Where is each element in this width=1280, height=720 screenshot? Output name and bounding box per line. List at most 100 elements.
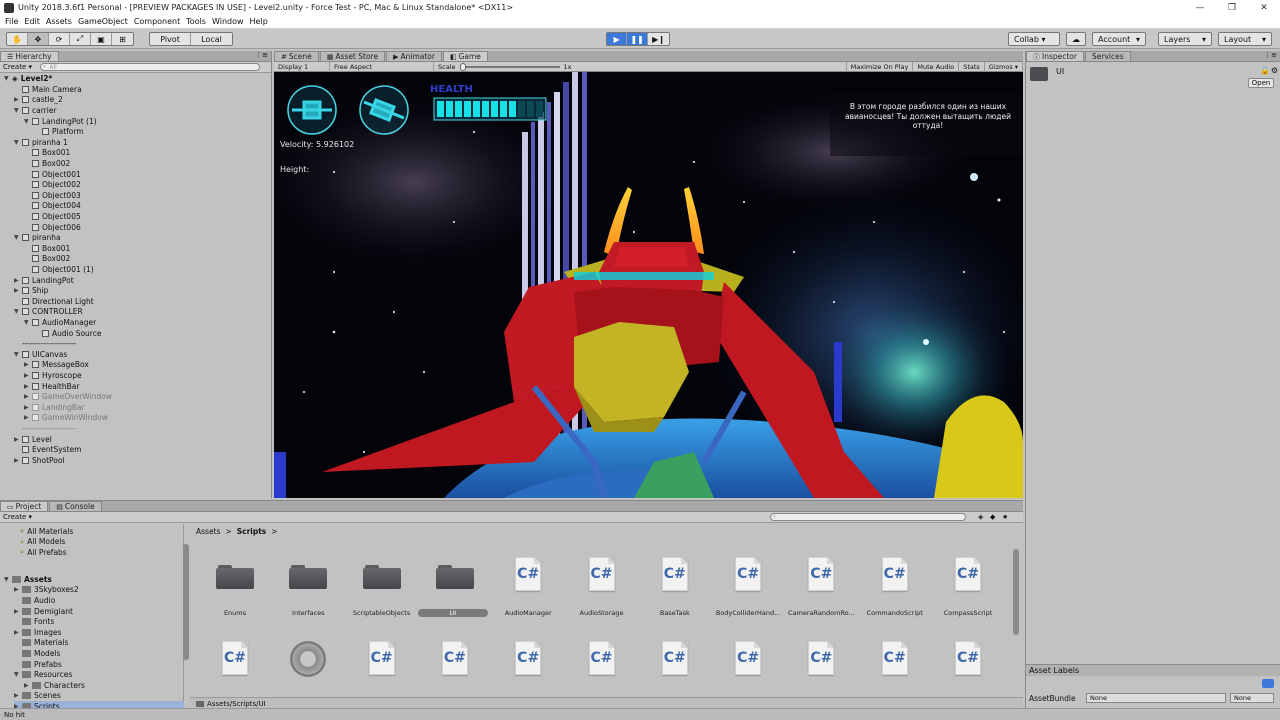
csharp-script-icon[interactable]: C# (735, 641, 762, 675)
menu-edit[interactable]: Edit (21, 17, 43, 26)
expand-arrow-icon[interactable]: ▶ (14, 96, 22, 103)
local-button[interactable]: Local (191, 33, 232, 45)
hierarchy-row[interactable]: Object005 (24, 211, 81, 222)
csharp-script-icon[interactable]: C# (515, 641, 542, 675)
expand-arrow-icon[interactable]: ▼ (14, 107, 22, 114)
expand-arrow-icon[interactable]: ▼ (14, 139, 22, 146)
hierarchy-row[interactable]: -------------------- (14, 338, 76, 349)
tab-console[interactable]: ▤ Console (49, 501, 102, 511)
cloud-icon[interactable]: ☁ (1066, 32, 1086, 46)
hierarchy-row[interactable]: Object001 (1) (24, 264, 94, 275)
csharp-script-icon[interactable]: C# (515, 557, 542, 591)
transform-tool-icon[interactable]: ⊞ (112, 33, 133, 45)
csharp-script-icon[interactable]: C# (661, 557, 688, 591)
project-create-dropdown[interactable]: Create ▾ (3, 513, 32, 521)
scale-tool-icon[interactable]: ⤢ (70, 33, 91, 45)
asset-label[interactable]: Enums (198, 609, 272, 617)
account-button[interactable]: Account ▾ (1092, 32, 1146, 46)
asset-label[interactable]: CommandoScript (858, 609, 932, 617)
rotate-tool-icon[interactable]: ⟳ (49, 33, 70, 45)
expand-arrow-icon[interactable]: ▶ (24, 372, 32, 379)
breadcrumb-scripts[interactable]: Scripts (237, 527, 267, 536)
hierarchy-row[interactable]: Object006 (24, 222, 81, 233)
expand-arrow-icon[interactable]: ▶ (14, 586, 22, 593)
hierarchy-row[interactable]: Object004 (24, 201, 81, 212)
maximize-on-play-button[interactable]: Maximize On Play (845, 61, 914, 72)
hierarchy-row[interactable]: Box001 (24, 243, 70, 254)
favorite-icon[interactable]: ★ (1002, 513, 1008, 521)
expand-arrow-icon[interactable]: ▶ (14, 629, 22, 636)
scene-root[interactable]: ▼ ◈ Level2* (4, 73, 52, 84)
gear-icon[interactable] (290, 641, 327, 677)
project-tree-item[interactable]: Fonts (14, 616, 54, 627)
folder-icon[interactable] (362, 563, 401, 589)
project-tree-item[interactable]: Audio (14, 595, 55, 606)
expand-arrow-icon[interactable]: ▼ (4, 75, 12, 82)
asset-label[interactable]: UI (417, 609, 488, 617)
layout-button[interactable]: Layout ▾ (1218, 32, 1272, 46)
hierarchy-row[interactable]: ▶ GameOverWindow (24, 391, 112, 402)
minimize-button[interactable]: — (1184, 0, 1216, 15)
hierarchy-search-input[interactable]: ⌕ All (40, 63, 260, 71)
asset-label[interactable]: BodyColliderHand... (711, 609, 785, 617)
grid-scrollbar[interactable] (1013, 549, 1019, 635)
hierarchy-row[interactable]: Box002 (24, 254, 70, 265)
expand-arrow-icon[interactable]: ▼ (14, 234, 22, 241)
project-tree-item[interactable]: ▶ Demigiant (14, 606, 73, 617)
project-tree-item[interactable]: ▶ 3Skyboxes2 (14, 585, 79, 596)
menu-window[interactable]: Window (209, 17, 247, 26)
hierarchy-row[interactable]: ▼ UICanvas (14, 349, 67, 360)
folder-icon[interactable] (216, 563, 254, 589)
project-tree-item[interactable]: Prefabs (14, 659, 62, 670)
play-icon[interactable]: ▶ (607, 33, 628, 45)
tab-asset-store[interactable]: ▦ Asset Store (319, 51, 386, 61)
folder-icon[interactable] (435, 563, 474, 589)
assetbundle-variant-dropdown[interactable]: None (1230, 693, 1274, 703)
expand-arrow-icon[interactable]: ▶ (14, 692, 22, 699)
hierarchy-row[interactable]: EventSystem (14, 444, 81, 455)
hierarchy-row[interactable]: ▶ MessageBox (24, 360, 89, 371)
hierarchy-row[interactable]: ▶ HealthBar (24, 381, 79, 392)
expand-arrow-icon[interactable]: ▼ (24, 319, 32, 326)
asset-label[interactable]: CompassScript (931, 609, 1005, 617)
expand-arrow-icon[interactable]: ▶ (24, 361, 32, 368)
expand-arrow-icon[interactable]: ▼ (24, 118, 32, 125)
hierarchy-row[interactable]: ▶ ShotPool (14, 455, 65, 466)
expand-arrow-icon[interactable]: ▶ (24, 393, 32, 400)
breadcrumb-assets[interactable]: Assets (196, 527, 220, 536)
mute-audio-button[interactable]: Mute Audio (913, 61, 960, 72)
hierarchy-row[interactable]: ▼ LandingPot (1) (24, 116, 97, 127)
hierarchy-row[interactable]: ▼ AudioManager (24, 317, 96, 328)
hierarchy-row[interactable]: ▶ Level (14, 434, 52, 445)
expand-arrow-icon[interactable]: ▶ (24, 682, 32, 689)
hierarchy-row[interactable]: ▶ Hyroscope (24, 370, 82, 381)
tab-scene[interactable]: # Scene (274, 51, 319, 61)
csharp-script-icon[interactable]: C# (661, 641, 688, 675)
tree-scrollbar[interactable] (183, 544, 189, 660)
tab-inspector[interactable]: ⓘ Inspector (1026, 51, 1084, 61)
csharp-script-icon[interactable]: C# (588, 557, 615, 591)
asset-label[interactable]: ScriptableObjects (345, 609, 419, 617)
csharp-script-icon[interactable]: C# (808, 557, 835, 591)
project-tree-item[interactable]: ▶ Images (14, 627, 61, 638)
hierarchy-row[interactable]: Object003 (24, 190, 81, 201)
filter-type-icon[interactable]: ◈ (978, 513, 983, 521)
close-button[interactable]: ✕ (1248, 0, 1280, 15)
favorite-item[interactable]: ⌕ All Prefabs (20, 547, 67, 558)
collab-button[interactable]: Collab ▾ (1008, 32, 1060, 46)
hand-tool-icon[interactable]: ✋ (7, 33, 28, 45)
expand-arrow-icon[interactable]: ▶ (24, 383, 32, 390)
project-tree-item[interactable]: ▶ Scenes (14, 691, 61, 702)
menu-assets[interactable]: Assets (43, 17, 75, 26)
asset-label[interactable]: Interfaces (271, 609, 345, 617)
assets-root[interactable]: ▼ Assets (4, 574, 52, 585)
menu-component[interactable]: Component (131, 17, 183, 26)
csharp-script-icon[interactable]: C# (881, 557, 908, 591)
lock-icon[interactable]: 🔒 (1260, 66, 1270, 75)
csharp-script-icon[interactable]: C# (735, 557, 762, 591)
hierarchy-row[interactable]: Box002 (24, 158, 70, 169)
hierarchy-row[interactable]: ▶ Ship (14, 285, 48, 296)
project-tree-item[interactable]: ▶ Characters (24, 680, 85, 691)
open-button[interactable]: Open (1248, 78, 1274, 88)
hierarchy-row[interactable]: Platform (34, 126, 84, 137)
